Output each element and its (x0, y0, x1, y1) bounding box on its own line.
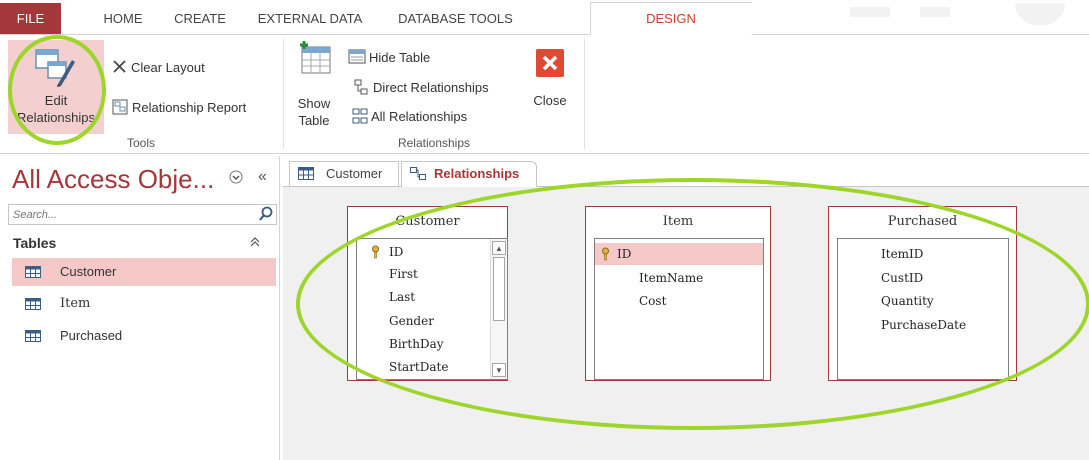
table-box-purchased[interactable]: Purchased ItemID CustID Quantity Purchas… (828, 206, 1017, 381)
nav-item-purchased[interactable]: Purchased (12, 322, 276, 350)
table-box-customer[interactable]: Customer ID First Last Gender BirthDay S… (347, 206, 508, 381)
table-icon (25, 298, 41, 310)
tables-section-header[interactable]: Tables (13, 235, 56, 251)
clear-layout-button[interactable]: Clear Layout (112, 59, 205, 75)
document-tab-bar: Customer Relationships (283, 156, 1089, 187)
show-table-label-2: Table (298, 113, 330, 128)
tab-home[interactable]: HOME (88, 3, 158, 34)
direct-relationships-button[interactable]: Direct Relationships (354, 79, 489, 95)
field-item[interactable]: ID (357, 241, 489, 263)
doc-tab-customer[interactable]: Customer (289, 161, 399, 186)
field-list[interactable]: ItemID CustID Quantity PurchaseDate (837, 238, 1009, 380)
key-icon (372, 245, 379, 259)
table-box-title[interactable]: Purchased (829, 207, 1016, 237)
nav-item-item[interactable]: Item (12, 290, 276, 318)
field-name: ID (617, 247, 632, 261)
hide-table-button[interactable]: Hide Table (348, 49, 430, 65)
relationships-icon (410, 167, 426, 180)
tab-external-data[interactable]: EXTERNAL DATA (250, 3, 370, 34)
field-list[interactable]: ID First Last Gender BirthDay StartDate … (356, 238, 508, 380)
field-name: ID (389, 245, 404, 259)
show-table-icon (300, 41, 331, 74)
tab-create[interactable]: CREATE (165, 3, 235, 34)
nav-pane-title[interactable]: All Access Obje... (12, 164, 214, 195)
collapse-section-icon[interactable] (250, 236, 260, 250)
navigation-pane: All Access Obje... « Tables Customer Ite… (0, 156, 280, 460)
group-separator (584, 39, 585, 149)
ribbon: Edit Relationships Clear Layout Relation… (0, 35, 1089, 154)
table-box-item[interactable]: Item ID ItemName Cost (585, 206, 771, 381)
group-separator (283, 39, 284, 149)
relationship-report-button[interactable]: Relationship Report (112, 99, 246, 115)
tab-file[interactable]: FILE (0, 3, 61, 34)
field-item[interactable]: Last (389, 286, 415, 308)
show-table-button[interactable]: Show Table (294, 41, 334, 131)
all-relationships-icon (352, 108, 368, 124)
field-list[interactable]: ID ItemName Cost (594, 238, 764, 380)
title-bar-blank (750, 3, 1089, 34)
chevron-down-circle-icon[interactable] (229, 170, 243, 187)
edit-relationships-icon (35, 49, 75, 87)
search-input[interactable] (9, 206, 247, 224)
field-item[interactable]: ItemName (639, 267, 703, 289)
direct-relationships-icon (354, 79, 368, 95)
field-item-selected[interactable]: ID (595, 243, 763, 265)
field-item[interactable]: Quantity (881, 290, 934, 312)
close-button[interactable]: Close (528, 49, 572, 119)
table-icon (25, 330, 41, 342)
scroll-down-icon[interactable]: ▼ (492, 363, 506, 377)
field-item[interactable]: First (389, 263, 418, 285)
show-table-label-1: Show (297, 96, 331, 111)
hide-table-label: Hide Table (369, 50, 431, 65)
field-item[interactable]: PurchaseDate (881, 314, 966, 336)
hide-table-icon (348, 49, 366, 64)
doc-tab-label: Relationships (434, 166, 520, 181)
doc-tab-label: Customer (326, 166, 383, 181)
document-area: Customer Relationships Customer ID First… (283, 156, 1089, 460)
clear-layout-icon (113, 60, 126, 73)
field-item[interactable]: Gender (389, 310, 434, 332)
edit-relationships-label: Edit Relationships (16, 93, 96, 125)
table-icon (25, 266, 41, 278)
direct-relationships-label: Direct Relationships (373, 80, 489, 95)
collapse-pane-icon[interactable]: « (258, 168, 267, 186)
relationship-report-label: Relationship Report (132, 100, 247, 115)
doc-tab-relationships[interactable]: Relationships (401, 161, 537, 187)
clear-layout-label: Clear Layout (131, 60, 205, 75)
table-icon (298, 167, 314, 180)
search-box (8, 204, 277, 225)
search-icon[interactable] (258, 206, 274, 222)
relationship-report-icon (112, 99, 128, 115)
field-item[interactable]: Cost (639, 290, 666, 312)
tab-design[interactable]: DESIGN (590, 2, 752, 35)
tools-group-label: Tools (126, 136, 155, 150)
field-item[interactable]: ItemID (881, 243, 923, 265)
scroll-up-icon[interactable]: ▲ (492, 241, 506, 255)
relationships-group-label: Relationships (397, 136, 471, 150)
nav-item-label: Customer (60, 264, 117, 279)
field-item[interactable]: CustID (881, 267, 923, 289)
close-label: Close (533, 93, 567, 108)
ribbon-tab-bar: FILE HOME CREATE EXTERNAL DATA DATABASE … (0, 2, 1089, 35)
all-relationships-button[interactable]: All Relationships (352, 108, 467, 124)
scroll-thumb[interactable] (493, 257, 505, 321)
close-icon (536, 49, 564, 77)
vertical-scrollbar[interactable]: ▲ ▼ (490, 239, 507, 379)
table-box-title[interactable]: Customer (348, 207, 507, 237)
all-relationships-label: All Relationships (371, 109, 468, 124)
table-box-title[interactable]: Item (586, 207, 770, 237)
tab-database-tools[interactable]: DATABASE TOOLS (388, 3, 523, 34)
field-item[interactable]: StartDate (389, 356, 448, 378)
nav-item-label: Purchased (60, 328, 123, 343)
nav-item-label: Item (60, 296, 91, 311)
relationships-canvas[interactable]: Customer ID First Last Gender BirthDay S… (283, 187, 1089, 460)
field-item[interactable]: BirthDay (389, 333, 444, 355)
edit-relationships-button[interactable]: Edit Relationships (8, 40, 104, 134)
key-icon (602, 247, 609, 261)
nav-item-customer[interactable]: Customer (12, 258, 276, 286)
